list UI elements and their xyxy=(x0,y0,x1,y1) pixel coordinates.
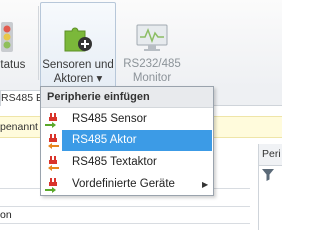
text-actor-plug-icon xyxy=(48,156,59,171)
info-bar-text: penannt xyxy=(0,121,38,133)
menu-item-rs485-sensor[interactable]: RS485 Sensor xyxy=(42,109,212,130)
menu-item-label: RS485 Sensor xyxy=(72,113,147,125)
status-label: status xyxy=(0,59,26,71)
sensors-actors-button[interactable]: Sensoren und Aktoren ▾ xyxy=(40,2,116,88)
sensor-plug-icon xyxy=(45,113,57,128)
ribbon: status Sensoren und Aktoren ▾ RS232/485 … xyxy=(0,0,282,88)
ribbon-separator xyxy=(38,6,39,80)
side-panel-body xyxy=(258,186,282,230)
chevron-down-icon: ▾ xyxy=(96,73,103,85)
menu-item-label: RS485 Textaktor xyxy=(72,156,157,168)
menu-item-predefined-devices[interactable]: Vordefinierte Geräte ▶ xyxy=(42,174,212,195)
table-cell: on xyxy=(0,209,12,221)
submenu-arrow-icon: ▶ xyxy=(202,180,209,189)
monitor-icon xyxy=(136,24,168,51)
side-panel-title: Peri xyxy=(258,144,282,166)
menu-item-rs485-textaktor[interactable]: RS485 Textaktor xyxy=(42,152,212,173)
monitor-label-line2: Monitor xyxy=(132,72,172,84)
monitor-label-line1: RS232/485 xyxy=(123,58,181,70)
traffic-light-icon xyxy=(1,22,13,52)
puzzle-add-icon xyxy=(64,27,92,52)
sensors-actors-label-line2: Aktoren ▾ xyxy=(53,73,103,85)
table-row[interactable]: on xyxy=(0,206,250,224)
menu-item-label: RS485 Aktor xyxy=(72,134,137,146)
rs232-485-monitor-button[interactable]: RS232/485 Monitor xyxy=(118,2,186,88)
menu-item-label: Vordefinierte Geräte xyxy=(72,178,175,190)
insert-peripheral-menu: Peripherie einfügen RS485 Sensor RS485 A… xyxy=(40,86,214,196)
filter-icon xyxy=(262,169,274,181)
menu-header: Peripherie einfügen xyxy=(41,87,213,108)
status-button[interactable]: status xyxy=(0,2,34,88)
predefined-devices-icon xyxy=(45,178,57,193)
actor-plug-icon xyxy=(48,134,59,149)
sensors-actors-label-line1: Sensoren und xyxy=(42,59,114,71)
side-panel-filter[interactable] xyxy=(258,166,282,186)
menu-item-rs485-aktor[interactable]: RS485 Aktor xyxy=(42,130,212,151)
